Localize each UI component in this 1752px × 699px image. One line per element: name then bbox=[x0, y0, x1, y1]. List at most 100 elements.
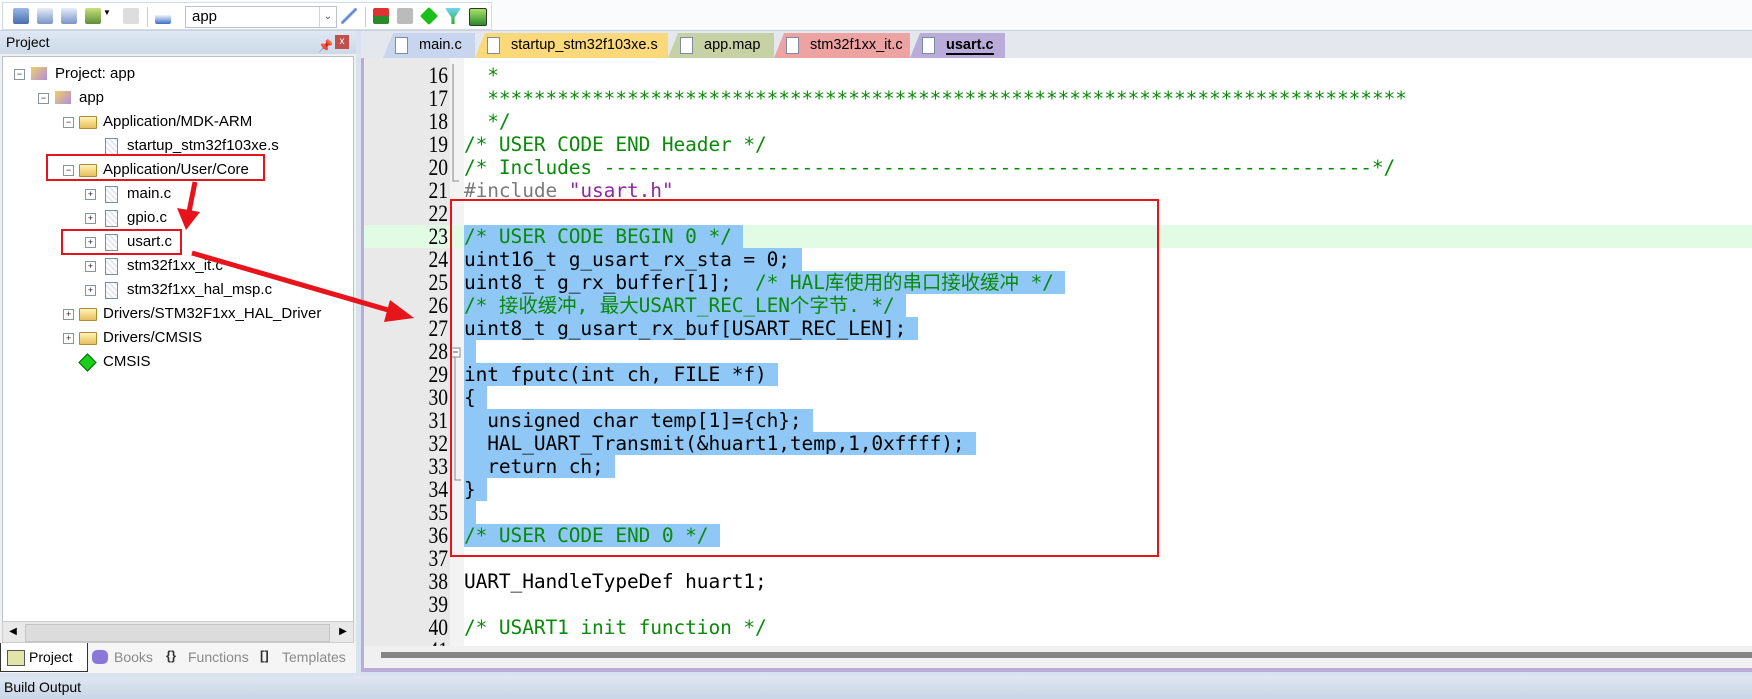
batch-dropdown-icon[interactable]: ▼ bbox=[103, 8, 111, 24]
target-icon bbox=[55, 91, 71, 104]
editor-tab-label: stm32f1xx_it.c bbox=[810, 37, 903, 53]
editor-tab-bar: main.c startup_stm32f103xe.s app.map stm32f… bbox=[361, 31, 1752, 58]
tree-item-label: CMSIS bbox=[103, 353, 151, 370]
code-line[interactable]: 18 */ bbox=[364, 110, 1752, 133]
toolbar: ▼ app ⌄ bbox=[0, 0, 1752, 31]
file-icon bbox=[395, 37, 408, 54]
project-panel-tabs: Project Books {} Functions [] Templates bbox=[0, 643, 356, 673]
scroll-thumb[interactable] bbox=[25, 624, 330, 642]
functions-icon: {} bbox=[166, 648, 177, 663]
target-select-value: app bbox=[192, 8, 218, 25]
code-text[interactable]: ****************************************… bbox=[464, 87, 1407, 110]
project-tree: − Project: app − app − Application/MDK-ARM sta… bbox=[2, 56, 354, 622]
project-panel-header: Project 📌 x bbox=[0, 31, 356, 54]
translate-icon[interactable] bbox=[13, 8, 29, 24]
editor-tab-stm32f1xx-it-c[interactable]: stm32f1xx_it.c bbox=[774, 33, 910, 58]
code-token: ****************************************… bbox=[464, 87, 1407, 110]
scroll-thumb[interactable] bbox=[381, 652, 1752, 658]
panel-tab-templates[interactable]: [] Templates bbox=[254, 643, 346, 671]
editor-tab-label: app.map bbox=[704, 37, 761, 53]
event-recorder-icon[interactable] bbox=[469, 8, 487, 26]
pack-installer-icon[interactable] bbox=[419, 6, 439, 26]
editor-tab-startup-stm32f103xe-s[interactable]: startup_stm32f103xe.s bbox=[475, 33, 668, 58]
tree-item[interactable]: + main.c bbox=[3, 183, 343, 205]
component-icon bbox=[78, 353, 97, 372]
tree-item-label: stm32f1xx_it.c bbox=[127, 257, 223, 274]
code-text[interactable]: /* USER CODE END Header */ bbox=[464, 133, 767, 156]
file-icon bbox=[922, 37, 935, 54]
chevron-down-icon[interactable]: ⌄ bbox=[319, 7, 336, 27]
project-tab-icon bbox=[7, 650, 25, 666]
code-line[interactable]: 38 UART_HandleTypeDef huart1; bbox=[364, 570, 1752, 593]
panel-tab-label: Functions bbox=[188, 649, 249, 665]
expand-icon[interactable]: + bbox=[85, 285, 96, 296]
stop-build-icon[interactable] bbox=[123, 8, 139, 24]
code-line[interactable]: 40/* USART1 init function */ bbox=[364, 616, 1752, 639]
file-icon bbox=[105, 282, 118, 299]
expand-icon[interactable]: + bbox=[63, 309, 74, 320]
code-line[interactable]: 20/* Includes --------------------------… bbox=[364, 156, 1752, 179]
select-packs-icon[interactable] bbox=[397, 8, 413, 24]
collapse-icon[interactable]: − bbox=[63, 117, 74, 128]
tree-item[interactable]: + stm32f1xx_hal_msp.c bbox=[3, 279, 343, 301]
panel-tab-functions[interactable]: {} Functions bbox=[160, 643, 252, 671]
tree-item[interactable]: CMSIS bbox=[3, 351, 343, 373]
editor-tab-main-c[interactable]: main.c bbox=[383, 33, 475, 58]
editor-tab-label: main.c bbox=[419, 37, 462, 53]
code-text[interactable]: UART_HandleTypeDef huart1; bbox=[464, 570, 767, 593]
annotation-box-code bbox=[450, 199, 1159, 557]
build-toolbar: ▼ app ⌄ bbox=[2, 2, 492, 30]
code-line[interactable]: 16 * bbox=[364, 64, 1752, 87]
code-text[interactable]: /* USART1 init function */ bbox=[464, 616, 767, 639]
pin-icon[interactable]: 📌 bbox=[318, 35, 333, 58]
tree-item-label: app bbox=[79, 89, 105, 106]
close-icon[interactable]: x bbox=[335, 35, 349, 49]
build-icon[interactable] bbox=[37, 8, 53, 24]
target-options-icon[interactable] bbox=[341, 8, 357, 24]
tree-item[interactable]: + Drivers/STM32F1xx_HAL_Driver bbox=[3, 303, 343, 325]
tree-item-label: main.c bbox=[127, 185, 172, 202]
collapse-icon[interactable]: − bbox=[14, 69, 25, 80]
tree-item[interactable]: + stm32f1xx_it.c bbox=[3, 255, 343, 277]
expand-icon[interactable]: + bbox=[63, 333, 74, 344]
collapse-icon[interactable]: − bbox=[38, 93, 49, 104]
expand-icon[interactable]: + bbox=[85, 213, 96, 224]
books-icon bbox=[92, 650, 108, 664]
panel-tab-project[interactable]: Project bbox=[0, 643, 88, 672]
code-line[interactable]: 17 *************************************… bbox=[364, 87, 1752, 110]
code-text[interactable]: /* Includes ----------------------------… bbox=[464, 156, 1395, 179]
tree-item-label: Application/MDK-ARM bbox=[103, 113, 253, 130]
code-line[interactable]: 41 bbox=[364, 639, 1752, 646]
expand-icon[interactable]: + bbox=[85, 261, 96, 272]
tree-item-label: gpio.c bbox=[127, 209, 168, 226]
file-icon bbox=[680, 37, 693, 54]
file-icon bbox=[105, 258, 118, 275]
file-icon bbox=[487, 37, 500, 54]
tree-item[interactable]: − Application/MDK-ARM bbox=[3, 111, 343, 133]
code-token: /* USER CODE END Header */ bbox=[464, 133, 767, 156]
batch-build-icon[interactable] bbox=[85, 8, 101, 24]
target-select[interactable]: app ⌄ bbox=[185, 6, 337, 28]
editor-tab-app-map[interactable]: app.map bbox=[668, 33, 774, 58]
tree-item[interactable]: − Project: app bbox=[3, 63, 343, 85]
scroll-left-icon[interactable]: ◀ bbox=[3, 622, 23, 642]
editor-tab-label: startup_stm32f103xe.s bbox=[511, 37, 658, 53]
manage-project-icon[interactable] bbox=[373, 8, 389, 24]
panel-tab-books[interactable]: Books bbox=[86, 643, 158, 671]
code-line[interactable]: 39 bbox=[364, 593, 1752, 616]
manage-runtime-icon[interactable] bbox=[445, 8, 461, 24]
load-icon[interactable] bbox=[155, 8, 171, 24]
rebuild-icon[interactable] bbox=[61, 8, 77, 24]
tree-item[interactable]: + gpio.c bbox=[3, 207, 343, 229]
project-horizontal-scrollbar[interactable]: ◀ ▶ bbox=[2, 621, 354, 643]
tree-item-label: Project: app bbox=[55, 65, 136, 82]
expand-icon[interactable]: + bbox=[85, 189, 96, 200]
editor-tab-usart-c[interactable]: usart.c bbox=[910, 33, 1005, 58]
code-token: /* USART1 init function */ bbox=[464, 616, 767, 639]
tree-item[interactable]: − app bbox=[3, 87, 343, 109]
code-line[interactable]: 19/* USER CODE END Header */ bbox=[364, 133, 1752, 156]
scroll-right-icon[interactable]: ▶ bbox=[333, 622, 353, 642]
file-icon bbox=[786, 37, 799, 54]
tree-item[interactable]: + Drivers/CMSIS bbox=[3, 327, 343, 349]
editor-horizontal-scrollbar[interactable] bbox=[364, 646, 1752, 668]
